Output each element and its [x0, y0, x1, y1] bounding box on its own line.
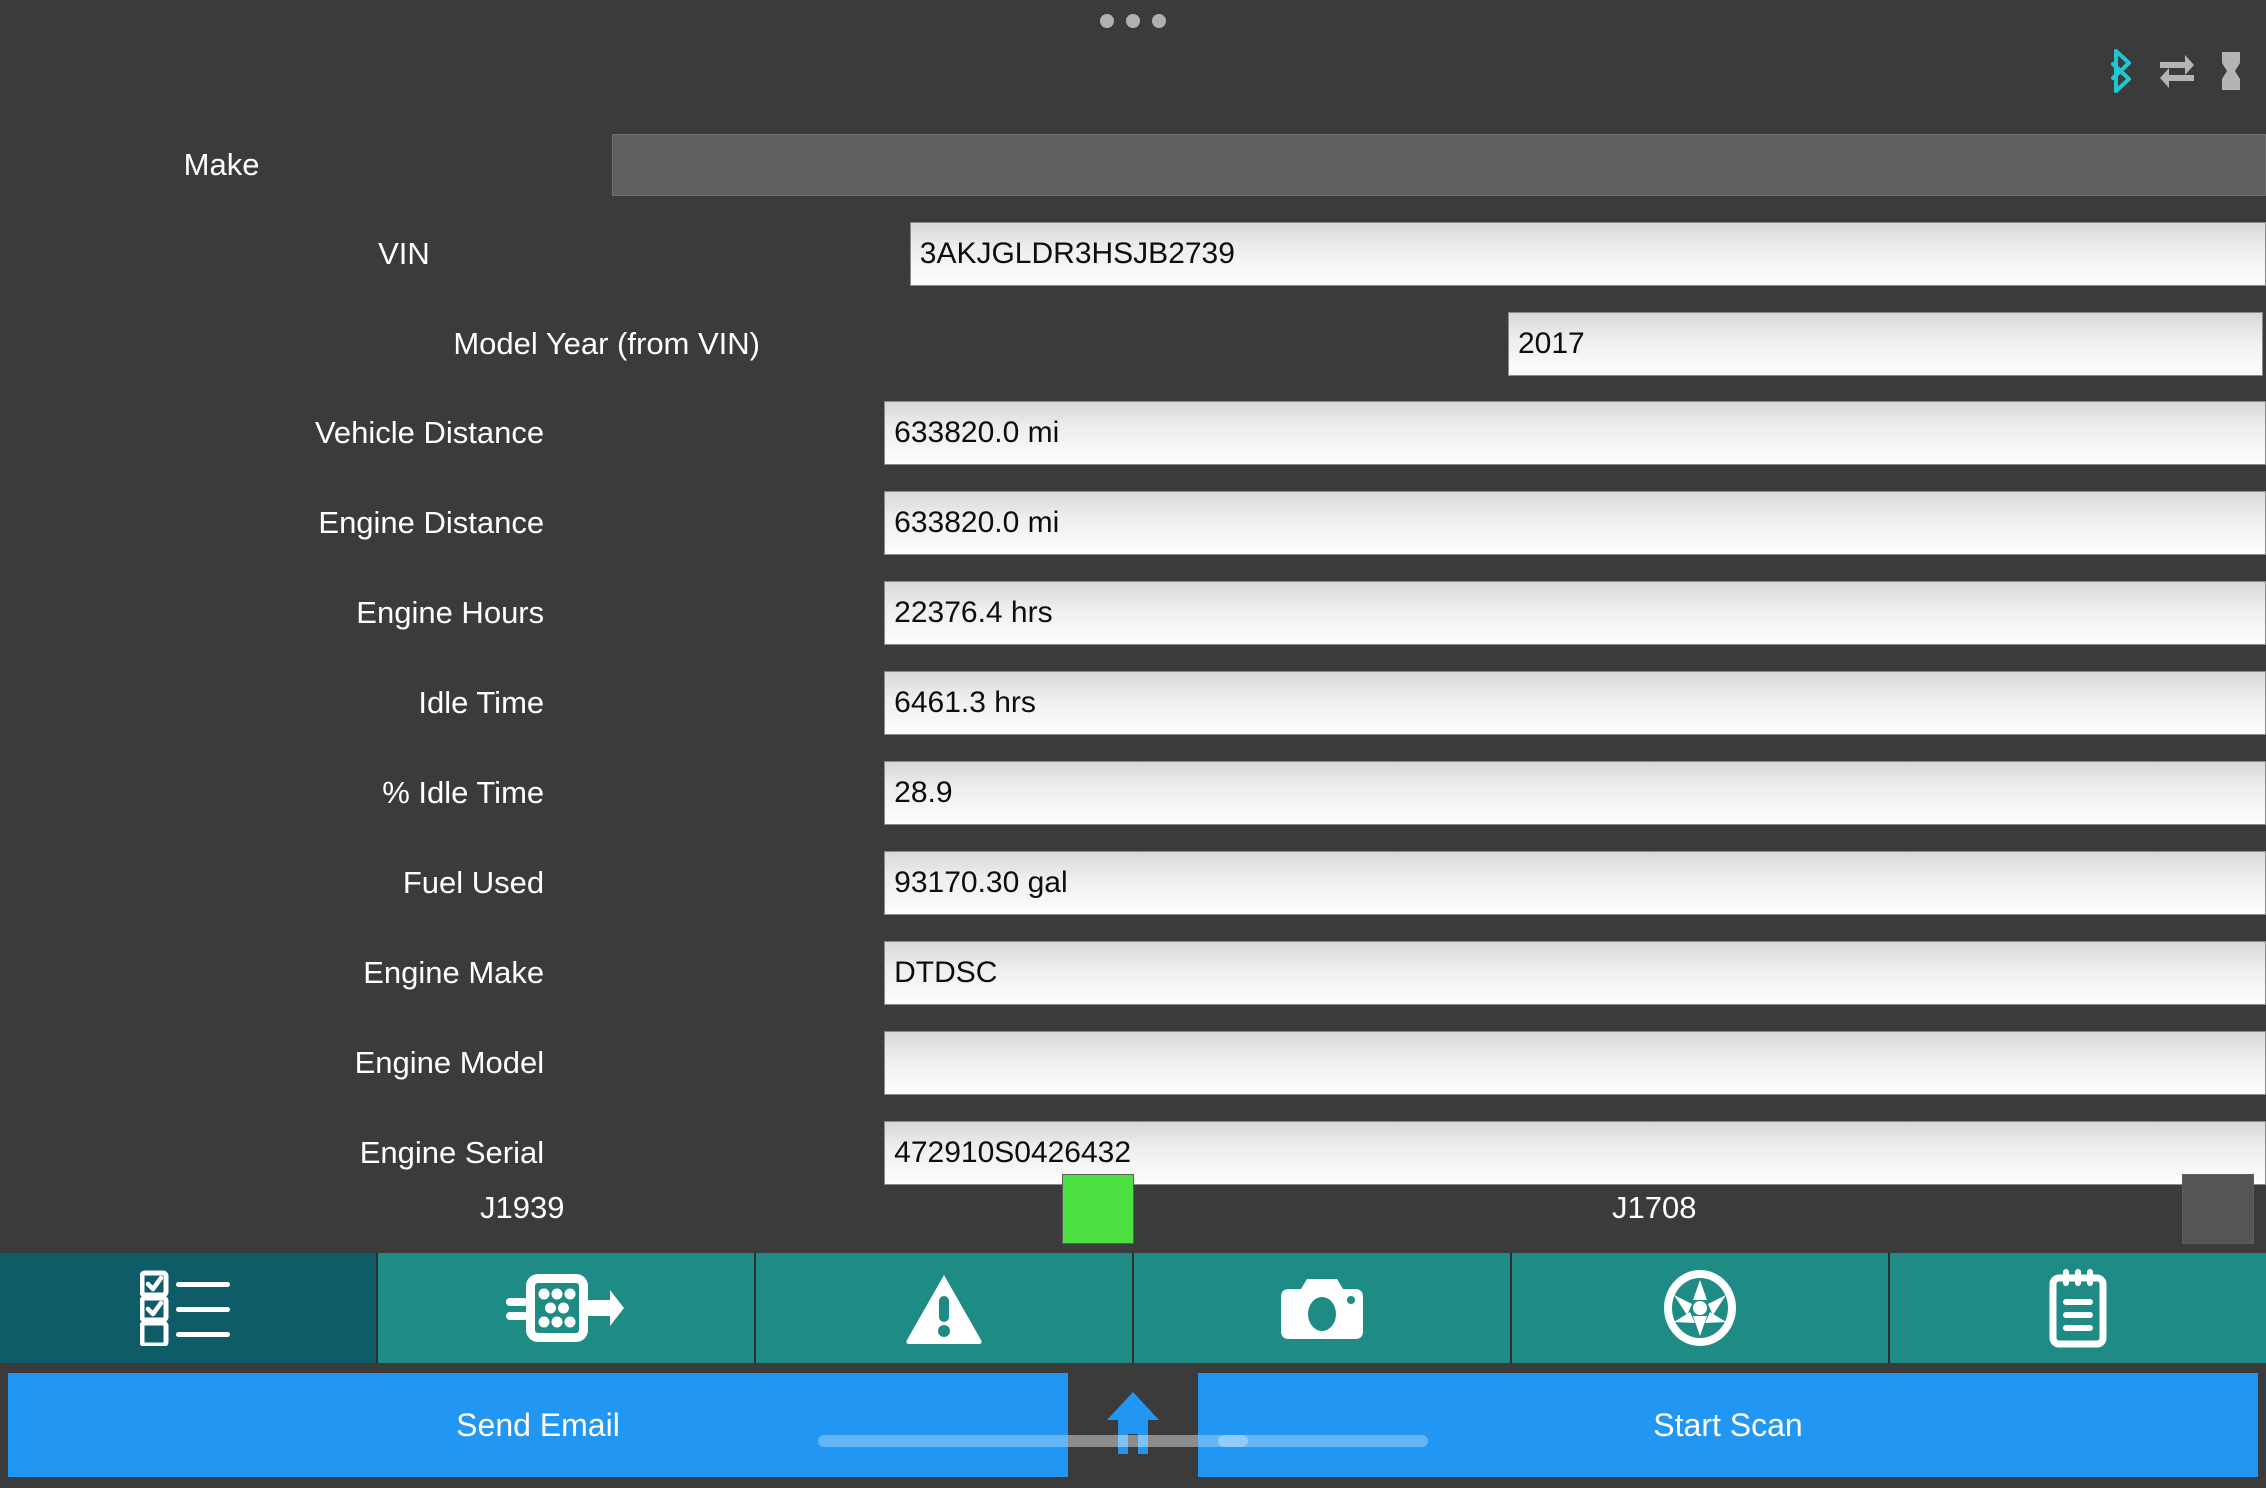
indicator-j1708: [2182, 1174, 2254, 1244]
label-fuel-used: Fuel Used: [402, 865, 545, 900]
label-j1939: J1939: [480, 1190, 565, 1225]
label-engine-serial: Engine Serial: [359, 1135, 545, 1170]
form-row-fuel-used: Fuel Used 93170.30 gal: [0, 838, 2266, 928]
label-percent-idle-time: % Idle Time: [382, 775, 545, 810]
input-engine-hours[interactable]: 22376.4 hrs: [884, 581, 2266, 645]
tab-camera[interactable]: [1134, 1253, 1512, 1363]
dot-3: [1152, 14, 1166, 28]
label-engine-distance: Engine Distance: [318, 505, 545, 540]
form-row-percent-idle-time: % Idle Time 28.9: [0, 748, 2266, 838]
dot-1: [1100, 14, 1114, 28]
form-row-vehicle-distance: Vehicle Distance 633820.0 mi: [0, 388, 2266, 478]
checklist-icon: [140, 1270, 236, 1346]
label-j1708: J1708: [1612, 1190, 1697, 1225]
form-row-model-year: Model Year (from VIN) 2017: [0, 298, 2266, 390]
form-row-engine-hours: Engine Hours 22376.4 hrs: [0, 568, 2266, 658]
form-row-vin: VIN 3AKJGLDR3HSJB2739: [0, 208, 2266, 300]
home-icon: [1105, 1390, 1161, 1461]
label-engine-model: Engine Model: [354, 1045, 545, 1080]
overflow-dots-indicator[interactable]: [1100, 14, 1166, 28]
notepad-icon: [2045, 1268, 2111, 1348]
label-vehicle-distance: Vehicle Distance: [314, 415, 545, 450]
data-transfer-icon[interactable]: [2158, 50, 2196, 97]
label-make: Make: [183, 147, 260, 182]
input-engine-distance[interactable]: 633820.0 mi: [884, 491, 2266, 555]
status-bar: [0, 0, 2266, 108]
action-bar: Send Email Start Scan: [0, 1363, 2266, 1488]
dot-2: [1126, 14, 1140, 28]
protocol-indicator-row: J1939 J1708: [0, 1168, 2266, 1252]
input-engine-model[interactable]: [884, 1031, 2266, 1095]
label-idle-time: Idle Time: [418, 685, 545, 720]
home-button[interactable]: [1068, 1363, 1198, 1488]
form-row-idle-time: Idle Time 6461.3 hrs: [0, 658, 2266, 748]
start-scan-button[interactable]: Start Scan: [1198, 1373, 2258, 1477]
input-vehicle-distance[interactable]: 633820.0 mi: [884, 401, 2266, 465]
tab-notes[interactable]: [1890, 1253, 2266, 1363]
form-row-engine-distance: Engine Distance 633820.0 mi: [0, 478, 2266, 568]
form-row-make: Make: [0, 118, 2266, 212]
form-row-engine-make: Engine Make DTDSC: [0, 928, 2266, 1018]
input-idle-time[interactable]: 6461.3 hrs: [884, 671, 2266, 735]
wheel-icon: [1662, 1268, 1738, 1348]
input-engine-make[interactable]: DTDSC: [884, 941, 2266, 1005]
app-root: Make VIN 3AKJGLDR3HSJB2739 Model Year (f…: [0, 0, 2266, 1488]
label-engine-hours: Engine Hours: [356, 595, 545, 630]
bottom-tab-bar: [0, 1253, 2266, 1363]
indicator-j1939: [1062, 1174, 1134, 1244]
system-icons: [2106, 48, 2244, 99]
tab-faults[interactable]: [756, 1253, 1134, 1363]
send-email-button[interactable]: Send Email: [8, 1373, 1068, 1477]
tab-wheel[interactable]: [1512, 1253, 1890, 1363]
camera-icon: [1279, 1273, 1365, 1343]
input-fuel-used[interactable]: 93170.30 gal: [884, 851, 2266, 915]
form-row-engine-model: Engine Model: [0, 1018, 2266, 1108]
bluetooth-icon[interactable]: [2106, 48, 2136, 99]
nav-gesture-hint-center: [1068, 1435, 1198, 1447]
label-model-year: Model Year (from VIN): [453, 326, 760, 361]
input-vin[interactable]: 3AKJGLDR3HSJB2739: [909, 222, 2266, 286]
input-percent-idle-time[interactable]: 28.9: [884, 761, 2266, 825]
battery-icon[interactable]: [2218, 50, 2244, 97]
tab-connector[interactable]: [378, 1253, 756, 1363]
input-make[interactable]: [612, 134, 2266, 196]
label-vin: VIN: [378, 236, 430, 271]
connector-icon: [506, 1270, 626, 1346]
input-model-year[interactable]: 2017: [1508, 312, 2263, 376]
warning-icon: [905, 1272, 983, 1344]
vehicle-info-form: Make VIN 3AKJGLDR3HSJB2739 Model Year (f…: [0, 108, 2266, 1248]
label-engine-make: Engine Make: [363, 955, 545, 990]
tab-checklist[interactable]: [0, 1253, 378, 1363]
